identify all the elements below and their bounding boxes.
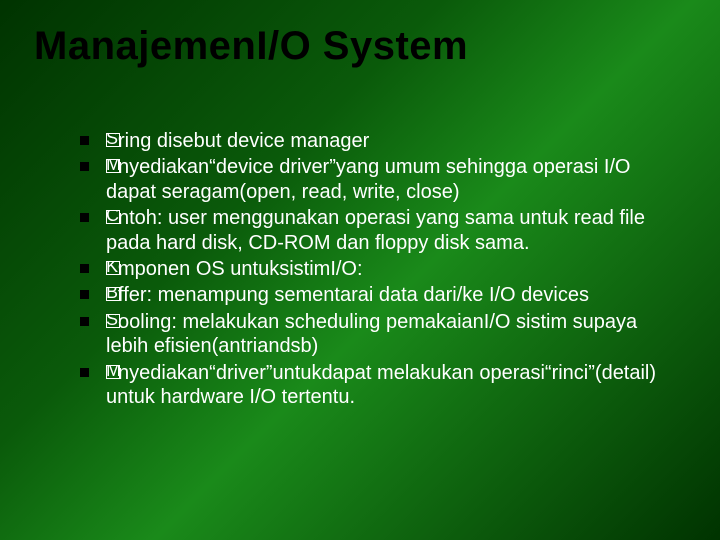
list-item: Komponen OS untuksistimI/O:: [80, 257, 680, 281]
mojibake-box: Bu: [106, 287, 120, 301]
bullet-text: nyediakan“device driver”yang umum sehing…: [106, 156, 631, 202]
list-item: Contoh: user menggunakan operasi yang sa…: [80, 206, 680, 255]
list-item: Menyediakan“device driver”yang umum sehi…: [80, 155, 680, 204]
slide-title: ManajemenI/O System: [34, 24, 680, 69]
bullet-text: nyediakan“driver”untukdapat melakukan op…: [106, 362, 656, 408]
mojibake-box: Me: [106, 159, 120, 173]
list-item: Sering disebut device manager: [80, 129, 680, 153]
bullet-list: Sering disebut device manager Menyediaka…: [80, 129, 680, 409]
mojibake-box: Ko: [106, 261, 120, 275]
list-item: Spooling: melakukan scheduling pemakaian…: [80, 310, 680, 359]
mojibake-box: Sp: [106, 314, 120, 328]
list-item: Menyediakan“driver”untukdapat melakukan …: [80, 361, 680, 410]
bullet-text: ffer: menampung sementarai data dari/ke …: [118, 284, 589, 306]
list-item: Buffer: menampung sementarai data dari/k…: [80, 283, 680, 307]
slide: ManajemenI/O System Sering disebut devic…: [0, 0, 720, 540]
bullet-text: ntoh: user menggunakan operasi yang sama…: [106, 207, 645, 253]
bullet-text: ooling: melakukan scheduling pemakaianI/…: [106, 311, 637, 357]
mojibake-box: Se: [106, 133, 120, 147]
mojibake-box: Me: [106, 365, 120, 379]
bullet-text: mponen OS untuksistimI/O:: [118, 258, 363, 280]
mojibake-box: Co: [106, 210, 120, 224]
slide-content: Sering disebut device manager Menyediaka…: [40, 129, 680, 409]
bullet-text: ring disebut device manager: [118, 130, 369, 152]
